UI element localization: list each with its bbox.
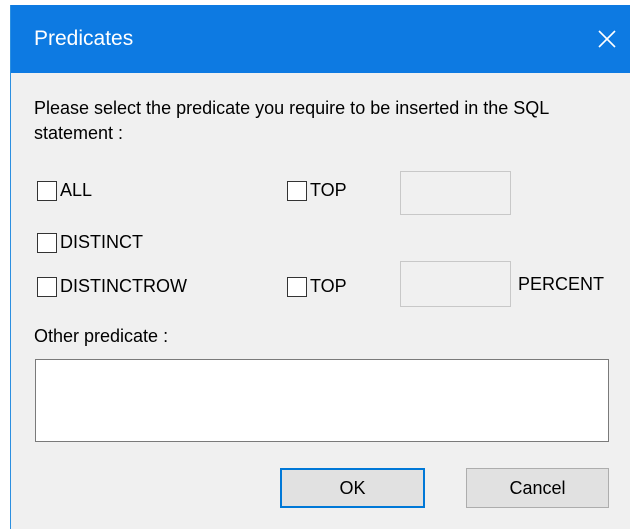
- all-option[interactable]: ALL: [37, 180, 92, 201]
- top-percent-checkbox[interactable]: [287, 276, 307, 297]
- all-label: ALL: [60, 180, 93, 200]
- distinct-option[interactable]: DISTINCT: [37, 232, 143, 253]
- close-icon: [597, 29, 617, 49]
- top-checkbox[interactable]: [287, 180, 307, 201]
- top-option[interactable]: TOP: [287, 180, 347, 201]
- ok-button[interactable]: OK: [280, 468, 425, 508]
- top-percent-option[interactable]: TOP: [287, 276, 347, 297]
- distinctrow-option[interactable]: DISTINCTROW: [37, 276, 187, 297]
- distinct-label: DISTINCT: [60, 232, 143, 252]
- cancel-button[interactable]: Cancel: [466, 468, 609, 508]
- distinctrow-checkbox[interactable]: [37, 276, 57, 297]
- all-checkbox[interactable]: [37, 180, 57, 201]
- percent-label: PERCENT: [518, 274, 605, 294]
- distinctrow-label: DISTINCTROW: [60, 276, 187, 296]
- other-predicate-input[interactable]: [35, 359, 609, 442]
- distinct-checkbox[interactable]: [37, 232, 57, 253]
- predicates-dialog: Predicates Please select the predicate y…: [10, 5, 630, 529]
- top-percent-label: TOP: [310, 276, 347, 296]
- title-bar[interactable]: Predicates: [11, 5, 630, 73]
- instruction-text: Please select the predicate you require …: [34, 98, 549, 143]
- top-percent-value-input[interactable]: [400, 261, 511, 307]
- top-value-input[interactable]: [400, 171, 511, 215]
- window-title: Predicates: [34, 27, 134, 50]
- top-label: TOP: [310, 180, 347, 200]
- other-predicate-label: Other predicate :: [34, 326, 169, 346]
- close-button[interactable]: [583, 5, 630, 73]
